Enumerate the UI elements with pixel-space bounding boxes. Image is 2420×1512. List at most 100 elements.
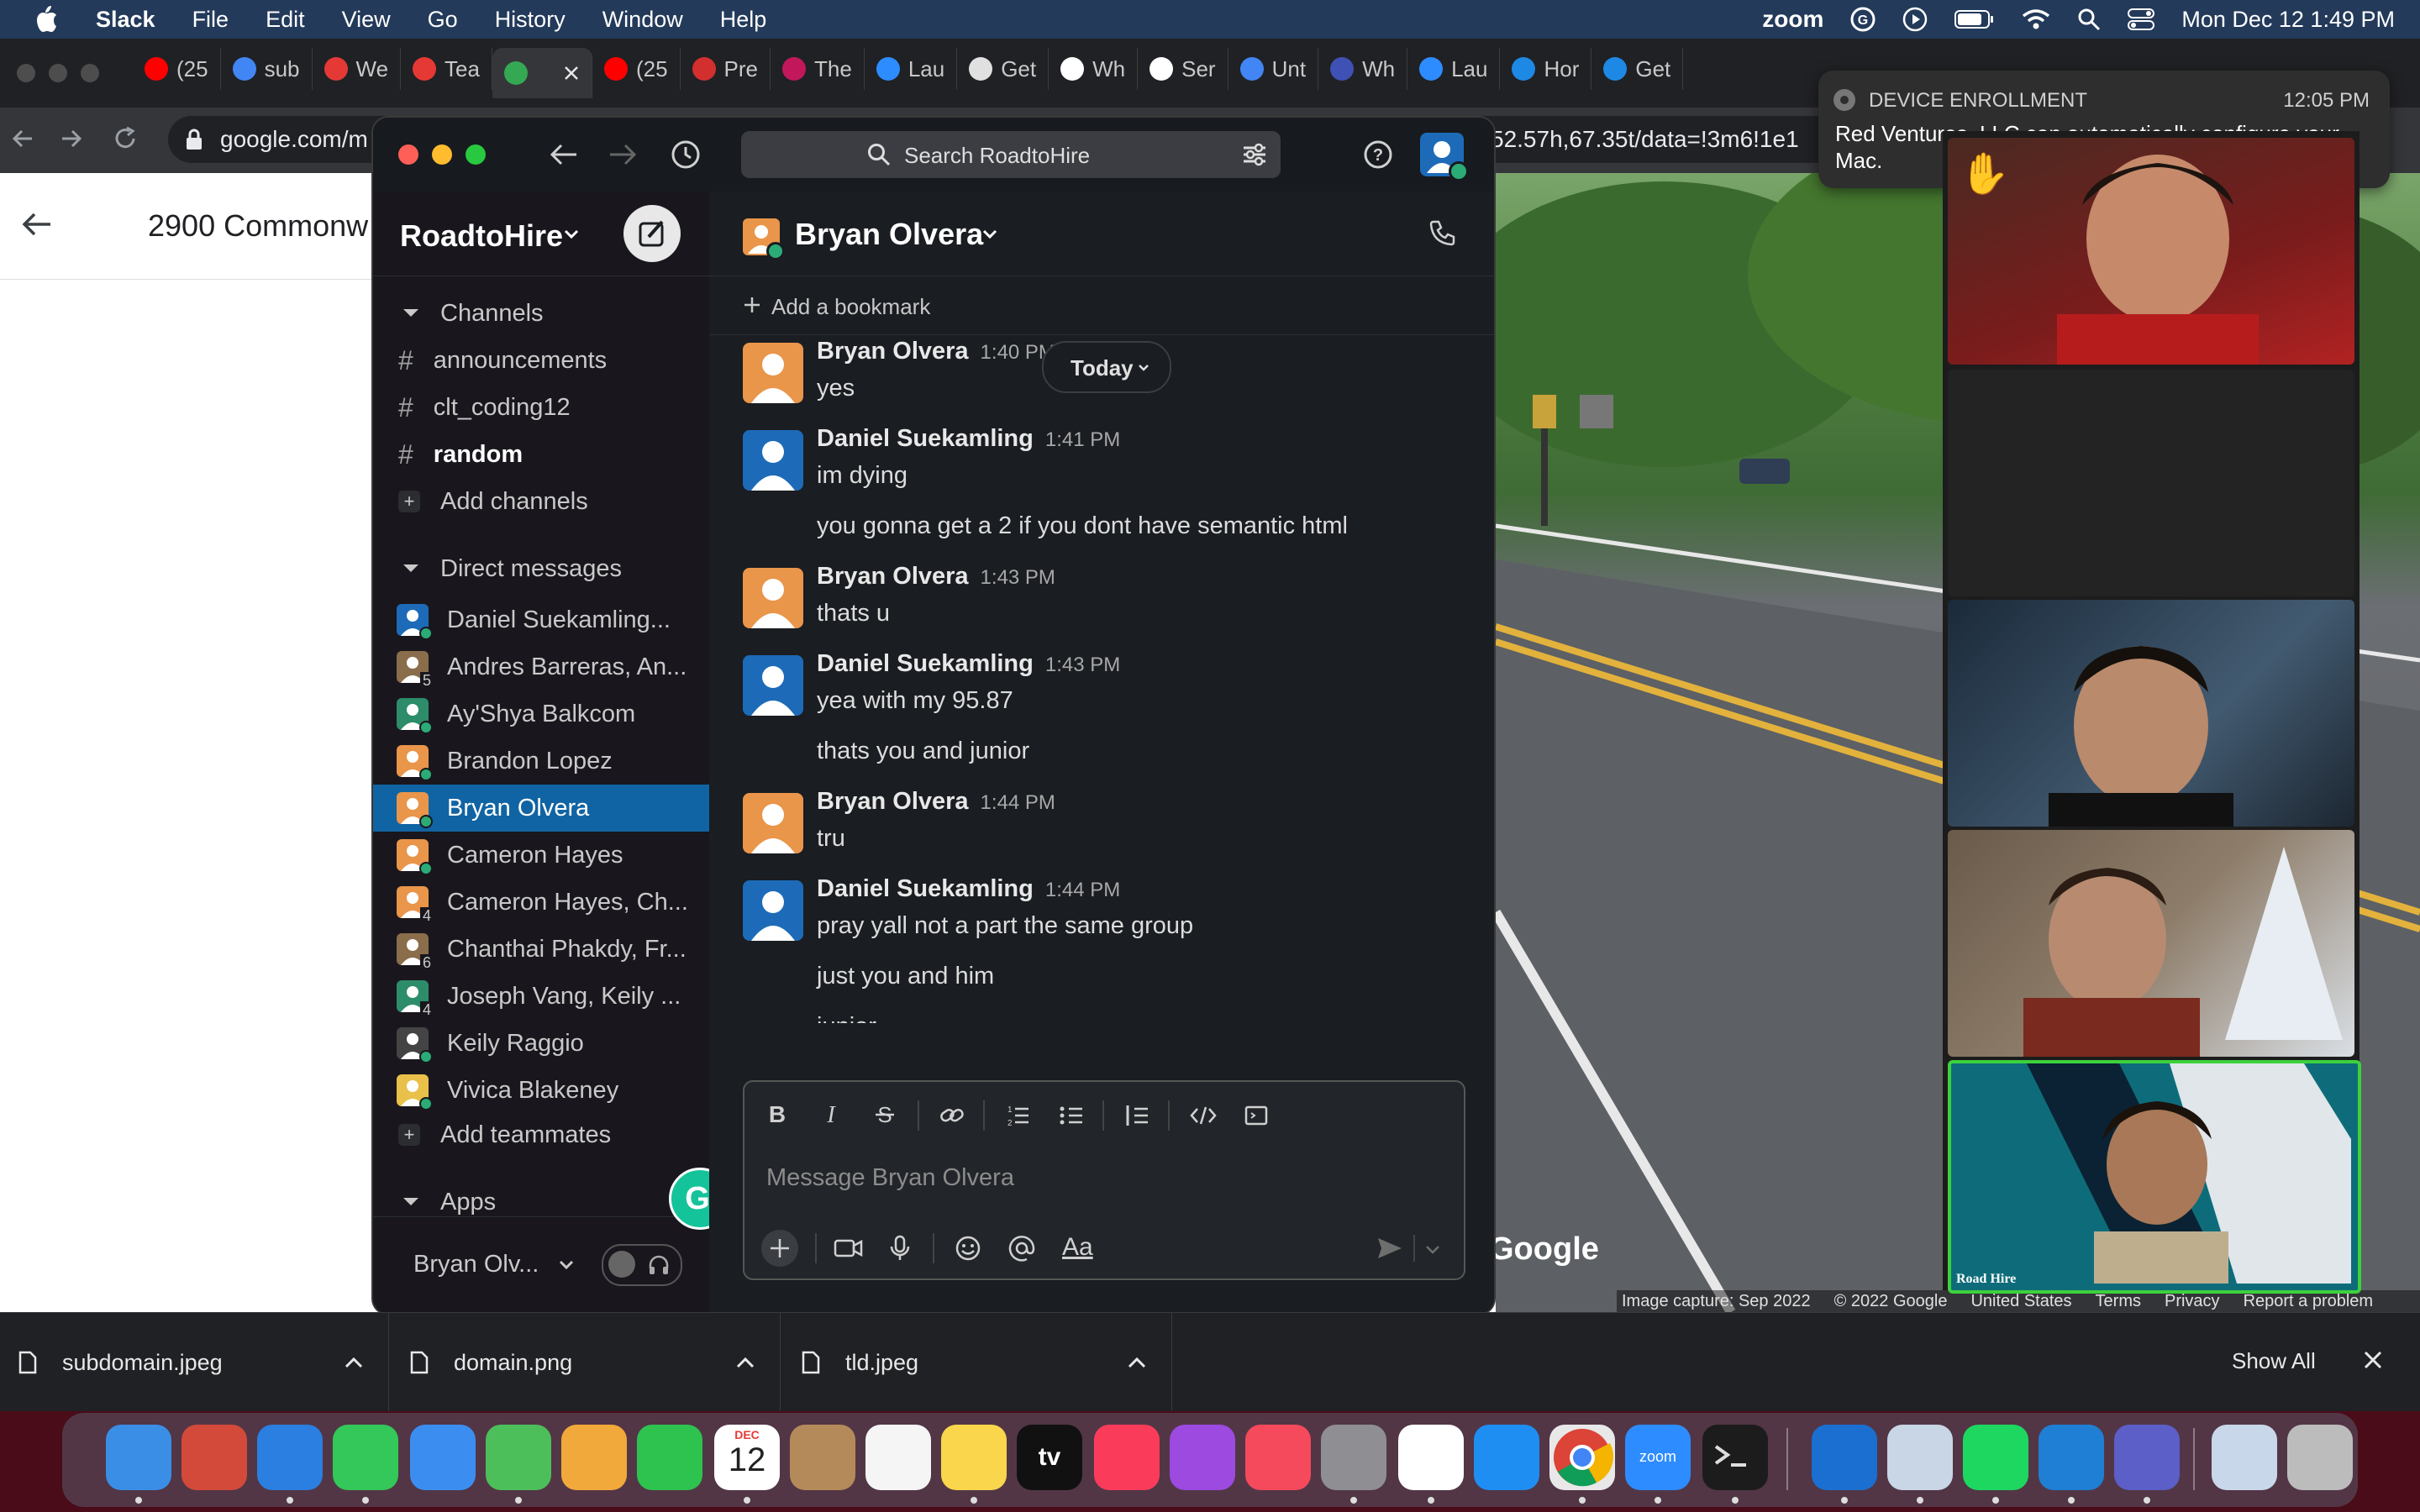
browser-tab[interactable]: Hor	[1500, 48, 1592, 90]
apple-tv-icon[interactable]: tv	[1017, 1425, 1082, 1490]
maps-icon[interactable]	[486, 1425, 551, 1490]
sidebar-dm-item[interactable]: 6 Chanthai Phakdy, Fr...	[397, 926, 687, 973]
photos-icon[interactable]	[561, 1425, 627, 1490]
safari-icon[interactable]	[257, 1425, 323, 1490]
sidebar-dm-item[interactable]: Daniel Suekamling...	[397, 596, 671, 643]
bullet-list-icon[interactable]	[1059, 1104, 1084, 1127]
teams-icon[interactable]	[2114, 1425, 2180, 1490]
sidebar-dm-item[interactable]: 4 Cameron Hayes, Ch...	[397, 879, 688, 926]
play-status-icon[interactable]	[1902, 7, 1928, 32]
report-problem-link[interactable]: Report a problem	[2244, 1292, 2374, 1311]
format-toggle[interactable]: Aa	[1062, 1233, 1093, 1262]
maps-back-icon[interactable]	[20, 210, 54, 239]
message-avatar[interactable]	[743, 343, 803, 403]
zoom-status-label[interactable]: zoom	[1762, 6, 1823, 33]
reload-icon[interactable]	[113, 126, 138, 151]
browser-tab[interactable]: Unt	[1228, 48, 1319, 90]
podcasts-icon[interactable]	[1170, 1425, 1235, 1490]
sidebar-dm-item[interactable]: Keily Raggio	[397, 1020, 584, 1067]
footer-user-name[interactable]: Bryan Olv...	[413, 1251, 539, 1278]
system-preferences-icon[interactable]	[1321, 1425, 1386, 1490]
region-link[interactable]: United States	[1970, 1292, 2071, 1311]
ordered-list-icon[interactable]: 12	[1005, 1104, 1030, 1127]
dm-section-header[interactable]: Direct messages	[402, 548, 622, 590]
chevron-up-icon[interactable]	[1128, 1357, 1146, 1368]
browser-tab[interactable]: Tea	[401, 48, 492, 90]
composer-input[interactable]: Message Bryan Olvera	[766, 1164, 1014, 1192]
chevron-up-icon[interactable]	[736, 1357, 755, 1368]
message-timestamp[interactable]: 1:43 PM	[981, 566, 1055, 590]
mention-icon[interactable]	[1008, 1235, 1035, 1262]
sidebar-dm-item[interactable]: Bryan Olvera	[373, 785, 733, 832]
phone-call-icon[interactable]	[1428, 218, 1457, 247]
close-tab-icon[interactable]	[563, 65, 580, 81]
music-icon[interactable]	[1094, 1425, 1160, 1490]
apple-menu-icon[interactable]	[0, 5, 77, 34]
mail-icon[interactable]	[410, 1425, 476, 1490]
trash-icon[interactable]	[2287, 1425, 2353, 1490]
browser-tab[interactable]: Get	[1591, 48, 1684, 90]
spotify-icon[interactable]	[1963, 1425, 2028, 1490]
sidebar-dm-item[interactable]: 4 Joseph Vang, Keily ...	[397, 973, 681, 1020]
url-text-continued[interactable]: 52.57h,67.35t/data=!3m6!1e1	[1491, 126, 1799, 153]
back-nav-icon[interactable]	[10, 126, 35, 151]
zoom-icon[interactable]: zoom	[1625, 1425, 1691, 1490]
browser-tab[interactable]: Lau	[865, 48, 958, 90]
grammarly-status-icon[interactable]: G	[1850, 7, 1876, 32]
message-avatar[interactable]	[743, 568, 803, 628]
download-item[interactable]: domain.png	[410, 1313, 781, 1412]
chevron-up-icon[interactable]	[345, 1357, 363, 1368]
link-icon[interactable]	[939, 1104, 965, 1127]
slack-search-bar[interactable]: Search RoadtoHire	[741, 131, 1281, 178]
forward-nav-icon[interactable]	[59, 126, 84, 151]
zoom-video-tile-5-active-speaker[interactable]: Road Hire	[1948, 1060, 2361, 1294]
spotlight-search-icon[interactable]	[2077, 8, 2101, 31]
slack-icon[interactable]	[1398, 1425, 1464, 1490]
menubar-clock[interactable]: Mon Dec 12 1:49 PM	[2181, 7, 2395, 33]
sidebar-channel[interactable]: # random	[398, 433, 523, 475]
url-text[interactable]: google.com/m	[220, 126, 368, 153]
user-avatar[interactable]	[1420, 133, 1469, 181]
browser-tab[interactable]: Wh	[1318, 48, 1408, 90]
blockquote-icon[interactable]	[1124, 1104, 1150, 1127]
launchpad-icon[interactable]	[182, 1425, 247, 1490]
preview-icon[interactable]	[1887, 1425, 1953, 1490]
browser-tab[interactable]: (25	[133, 48, 221, 90]
chrome-icon[interactable]	[1549, 1425, 1615, 1490]
zoom-video-tile-4[interactable]	[1948, 830, 2354, 1057]
message-author[interactable]: Daniel Suekamling	[817, 875, 1034, 903]
send-options-chevron-icon[interactable]	[1425, 1245, 1440, 1255]
vscode-icon[interactable]	[2039, 1425, 2104, 1490]
news-icon[interactable]	[1245, 1425, 1311, 1490]
downloads-stack-icon[interactable]	[2212, 1425, 2277, 1490]
menu-history[interactable]: History	[476, 7, 584, 33]
sidebar-dm-item[interactable]: Vivica Blakeney	[397, 1067, 618, 1114]
browser-tab[interactable]: Wh	[1049, 48, 1139, 90]
send-icon[interactable]	[1376, 1236, 1403, 1260]
browser-tab[interactable]: Pre	[681, 48, 771, 90]
control-center-icon[interactable]	[2128, 8, 2155, 31]
message-timestamp[interactable]: 1:43 PM	[1045, 654, 1120, 677]
zoom-window-button[interactable]	[466, 144, 486, 165]
message-group[interactable]: Daniel Suekamling 1:43 PM yea with my 95.8…	[709, 650, 1494, 793]
slack-back-icon[interactable]	[550, 141, 578, 168]
minimize-window-button[interactable]	[432, 144, 452, 165]
show-all-downloads-button[interactable]: Show All	[2232, 1348, 2316, 1374]
message-timestamp[interactable]: 1:44 PM	[981, 791, 1055, 815]
attach-plus-button[interactable]	[761, 1230, 798, 1267]
download-item[interactable]: subdomain.jpeg	[18, 1313, 389, 1412]
sidebar-channel[interactable]: # clt_coding12	[398, 386, 571, 428]
menu-go[interactable]: Go	[409, 7, 476, 33]
menu-window[interactable]: Window	[584, 7, 702, 33]
video-clip-icon[interactable]	[834, 1236, 864, 1260]
message-avatar[interactable]	[743, 880, 803, 941]
close-downloads-icon[interactable]	[2363, 1350, 2383, 1370]
menu-edit[interactable]: Edit	[247, 7, 324, 33]
chevron-down-icon[interactable]	[558, 1259, 575, 1271]
bold-icon[interactable]: B	[766, 1102, 788, 1127]
browser-tab[interactable]	[492, 48, 592, 98]
italic-icon[interactable]: I	[820, 1102, 842, 1127]
outlook-icon[interactable]	[1812, 1425, 1877, 1490]
zoom-video-tile-2[interactable]	[1948, 370, 2354, 596]
message-avatar[interactable]	[743, 793, 803, 853]
